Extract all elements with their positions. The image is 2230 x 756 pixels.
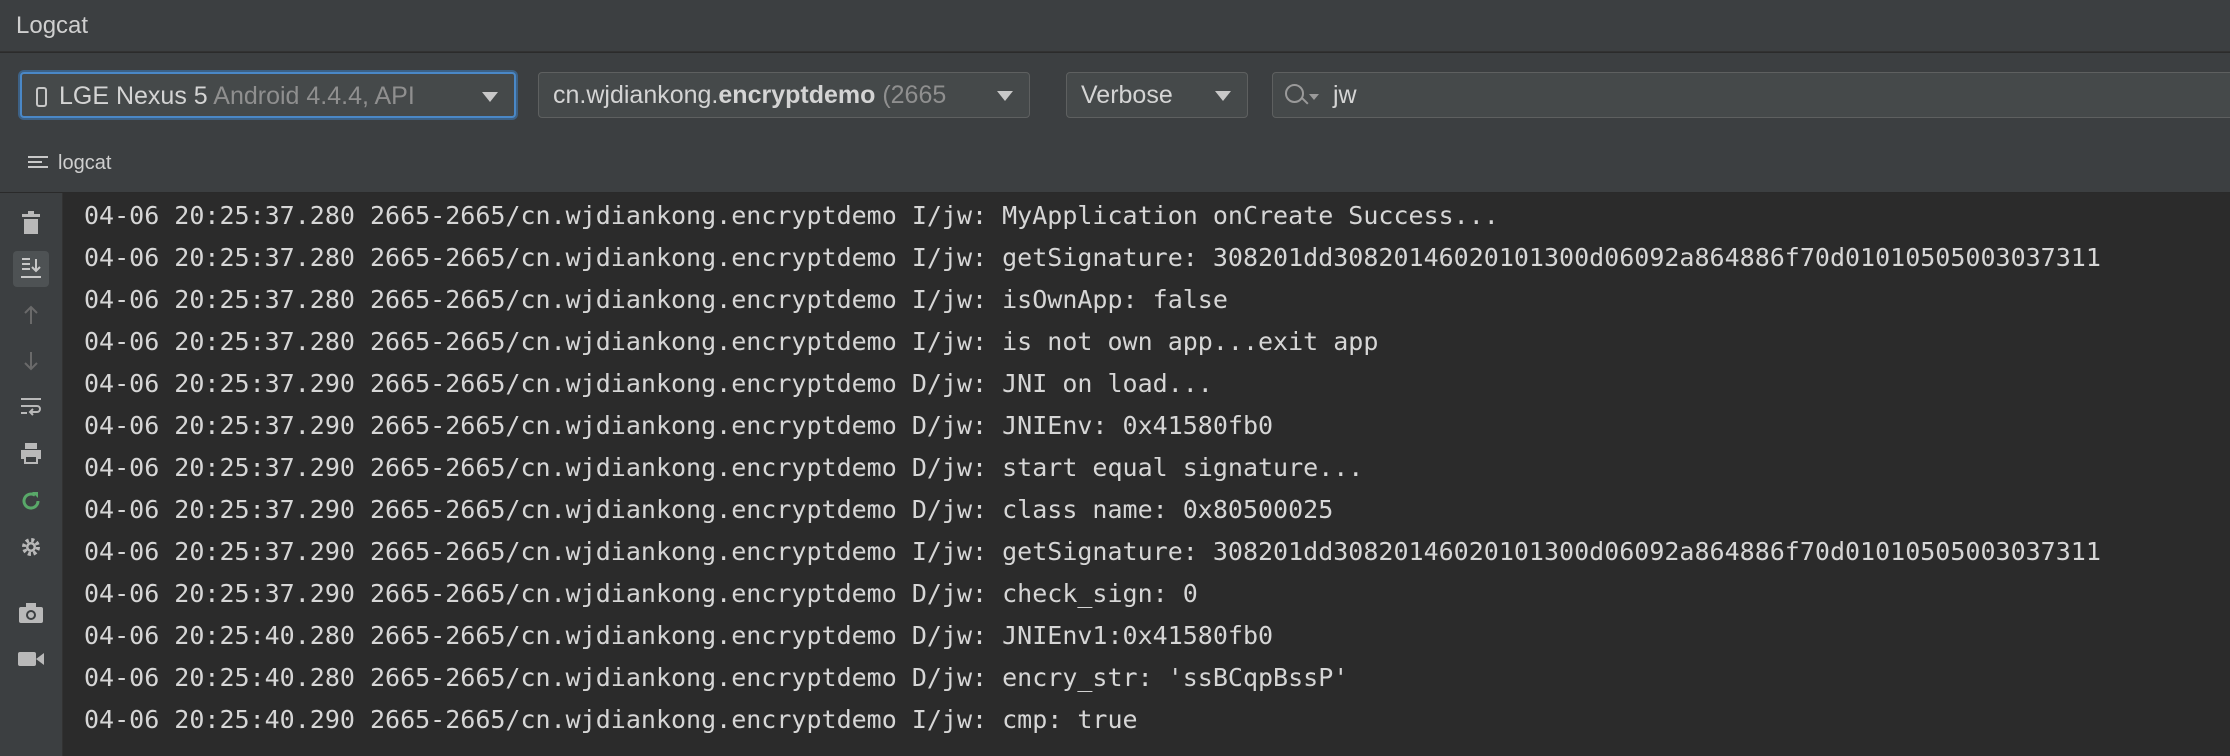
log-output[interactable]: 04-06 20:25:37.280 2665-2665/cn.wjdianko… [63, 193, 2230, 756]
arrow-up-icon[interactable] [13, 297, 49, 333]
log-line: 04-06 20:25:37.290 2665-2665/cn.wjdianko… [84, 369, 1213, 398]
device-detail: Android 4.4.4, API [213, 82, 415, 110]
log-line: 04-06 20:25:40.290 2665-2665/cn.wjdianko… [84, 705, 1138, 734]
camera-icon[interactable] [13, 595, 49, 631]
soft-wrap-icon[interactable] [13, 389, 49, 425]
log-line: 04-06 20:25:37.290 2665-2665/cn.wjdianko… [84, 579, 1198, 608]
log-line: 04-06 20:25:37.280 2665-2665/cn.wjdianko… [84, 243, 2101, 272]
process-prefix: cn.wjdiankong. [553, 81, 719, 109]
log-line: 04-06 20:25:37.290 2665-2665/cn.wjdianko… [84, 453, 1364, 482]
video-icon[interactable] [13, 641, 49, 677]
process-name: encryptdemo [718, 81, 876, 109]
process-pid: (2665 [882, 81, 947, 109]
title-bar: Logcat [0, 0, 2230, 52]
log-line: 04-06 20:25:37.280 2665-2665/cn.wjdianko… [84, 201, 1499, 230]
log-level-select[interactable]: Verbose [1066, 72, 1248, 118]
print-icon[interactable] [13, 435, 49, 471]
tab-strip: logcat [0, 144, 2230, 193]
tab-label: logcat [58, 152, 112, 174]
log-level-value: Verbose [1081, 81, 1173, 109]
chevron-down-icon [997, 91, 1013, 101]
log-line: 04-06 20:25:37.280 2665-2665/cn.wjdianko… [84, 285, 1228, 314]
process-select[interactable]: cn.wjdiankong.encryptdemo (2665 [538, 72, 1030, 118]
logcat-toolbar: LGE Nexus 5 Android 4.4.4, API cn.wjdian… [0, 53, 2230, 144]
phone-icon [36, 87, 47, 107]
device-select[interactable]: LGE Nexus 5 Android 4.4.4, API [20, 72, 516, 118]
logcat-icon [28, 153, 48, 171]
chevron-down-icon [1215, 91, 1231, 101]
gear-icon[interactable] [13, 529, 49, 565]
tab-logcat[interactable]: logcat [28, 152, 111, 175]
search-icon[interactable] [1285, 84, 1304, 103]
log-line: 04-06 20:25:37.280 2665-2665/cn.wjdianko… [84, 327, 1379, 356]
restart-icon[interactable] [13, 483, 49, 519]
log-line: 04-06 20:25:40.280 2665-2665/cn.wjdianko… [84, 663, 1349, 692]
chevron-down-icon [482, 92, 498, 102]
logcat-sidebar [0, 193, 63, 756]
window-title: Logcat [16, 12, 89, 39]
search-history-icon[interactable] [1309, 94, 1319, 100]
log-line: 04-06 20:25:40.280 2665-2665/cn.wjdianko… [84, 621, 1274, 650]
log-line: 04-06 20:25:37.290 2665-2665/cn.wjdianko… [84, 537, 2101, 566]
search-value[interactable]: jw [1333, 81, 1357, 110]
log-line: 04-06 20:25:37.290 2665-2665/cn.wjdianko… [84, 495, 1334, 524]
search-input[interactable]: jw [1272, 72, 2230, 118]
device-name: LGE Nexus 5 [59, 82, 208, 110]
arrow-down-icon[interactable] [13, 343, 49, 379]
trash-icon[interactable] [13, 205, 49, 241]
log-line: 04-06 20:25:37.290 2665-2665/cn.wjdianko… [84, 411, 1274, 440]
scroll-to-end-icon[interactable] [13, 251, 49, 287]
